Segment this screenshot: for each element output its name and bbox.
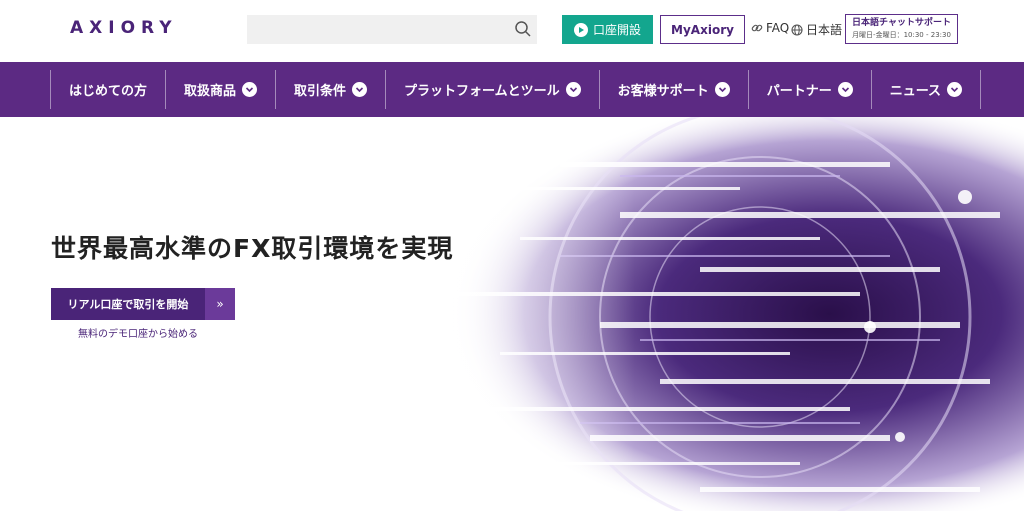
nav-item[interactable]: 取扱商品 — [165, 70, 275, 109]
language-label: 日本語 — [806, 23, 843, 37]
nav-item[interactable]: はじめての方 — [50, 70, 165, 109]
logo[interactable]: AXIORY — [70, 18, 178, 38]
search-icon[interactable] — [514, 20, 532, 38]
hero-title: 世界最高水準のFX取引環境を実現 — [51, 234, 454, 263]
link-icon — [751, 24, 763, 32]
start-real-account-button[interactable]: リアル口座で取引を開始 » — [51, 288, 235, 320]
nav-item[interactable]: ニュース — [870, 70, 982, 109]
nav-item-label: はじめての方 — [69, 84, 148, 99]
double-chevron-icon: » — [205, 288, 235, 320]
nav-item-label: パートナー — [766, 84, 832, 99]
language-selector[interactable]: 日本語 — [791, 21, 842, 38]
nav-item[interactable]: パートナー — [747, 70, 871, 109]
nav-items: はじめての方 取扱商品 取引条件 プラットフォームとツール お客様サポート パートナー ニュ… — [50, 70, 982, 109]
globe-icon — [791, 23, 803, 36]
main-nav: はじめての方 取扱商品 取引条件 プラットフォームとツール お客様サポート パートナー ニュ… — [0, 62, 1024, 117]
chat-support-button[interactable]: 日本語チャットサポート 月曜日-金曜日：10:30 - 23:30 — [845, 14, 958, 44]
nav-item-label: ニュース — [889, 84, 942, 99]
faq-link[interactable]: FAQ — [751, 21, 789, 35]
search-input[interactable] — [247, 15, 537, 44]
cta-label: リアル口座で取引を開始 — [67, 298, 189, 311]
chevron-down-icon — [837, 82, 853, 97]
nav-item-label: プラットフォームとツール — [404, 84, 560, 99]
chevron-down-icon — [242, 82, 258, 97]
open-account-label: 口座開設 — [592, 23, 641, 37]
my-axiory-button[interactable]: MyAxiory — [660, 15, 745, 44]
nav-item-label: 取引条件 — [294, 84, 347, 99]
chevron-down-icon — [565, 82, 581, 97]
nav-item[interactable]: 取引条件 — [275, 70, 385, 109]
nav-item-label: お客様サポート — [617, 84, 709, 99]
nav-item[interactable]: お客様サポート — [598, 70, 748, 109]
chevron-down-icon — [947, 82, 963, 97]
site-header: AXIORY 口座開設 MyAxiory FAQ 日本語 日本語チャットサポート… — [0, 0, 1024, 62]
nav-item[interactable]: プラットフォームとツール — [385, 70, 599, 109]
play-icon — [573, 22, 588, 37]
nav-item-label: 取扱商品 — [184, 84, 237, 99]
open-account-button[interactable]: 口座開設 — [562, 15, 653, 44]
demo-account-link[interactable]: 無料のデモ口座から始める — [78, 325, 198, 340]
chat-support-title: 日本語チャットサポート — [852, 18, 951, 28]
chat-support-hours: 月曜日-金曜日：10:30 - 23:30 — [852, 31, 951, 39]
chevron-down-icon — [714, 82, 730, 97]
faq-label: FAQ — [766, 21, 790, 35]
chevron-down-icon — [352, 82, 368, 97]
hero-banner: 世界最高水準のFX取引環境を実現 リアル口座で取引を開始 » 無料のデモ口座から… — [0, 117, 1024, 511]
